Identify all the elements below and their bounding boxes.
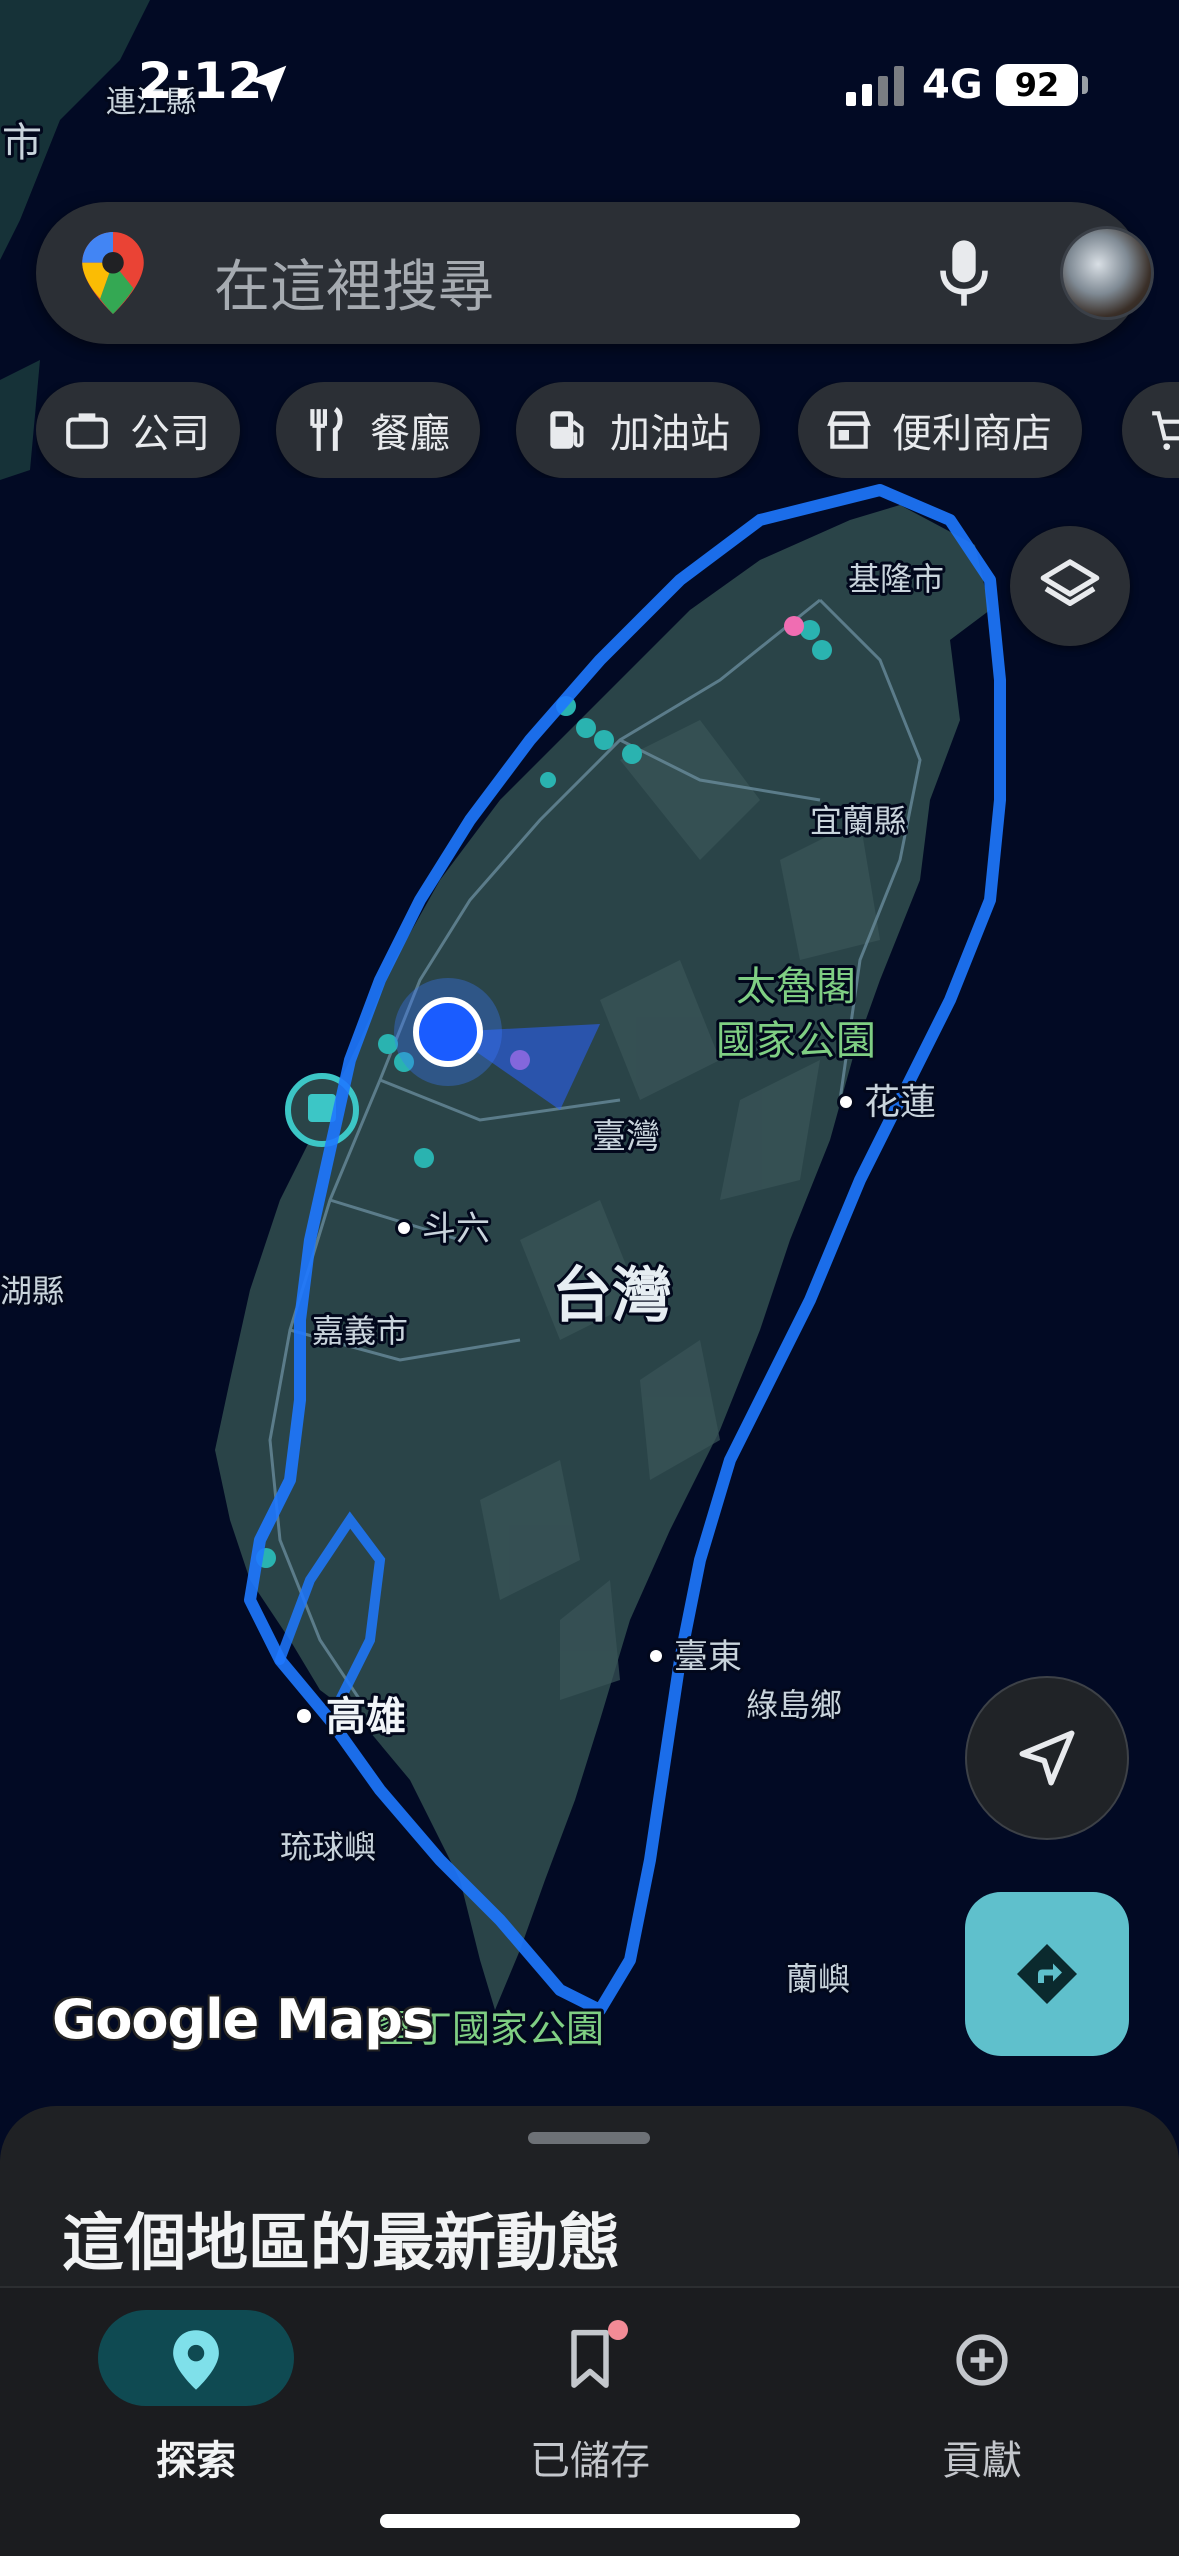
status-bar: 2:12 4G 92: [0, 0, 1179, 170]
latest-in-area-sheet[interactable]: 這個地區的最新動態: [0, 2106, 1179, 2286]
briefcase-icon: [66, 413, 108, 449]
label-orchid-island: 蘭嶼: [786, 1960, 850, 1998]
explore-pin-icon: [173, 2330, 219, 2390]
chip-more[interactable]: [1122, 382, 1179, 478]
sheet-drag-handle[interactable]: [528, 2132, 650, 2144]
chip-gas-station[interactable]: 加油站: [516, 382, 760, 478]
gas-station-icon: [550, 411, 584, 449]
label-douliu: 斗六: [422, 1209, 490, 1249]
directions-icon: [1017, 1944, 1077, 2004]
layers-icon: [1040, 559, 1100, 606]
nav-saved-label: 已儲存: [530, 2438, 650, 2484]
status-time: 2:12: [138, 52, 263, 110]
label-yilan: 宜蘭縣: [810, 802, 906, 840]
label-taroko-2: 國家公園: [716, 1018, 876, 1064]
search-input[interactable]: 在這裡搜尋: [214, 242, 494, 323]
nav-contribute-label: 貢獻: [942, 2438, 1022, 2484]
my-location-button[interactable]: [965, 1676, 1129, 1840]
network-type: 4G: [922, 62, 983, 108]
microphone-icon[interactable]: [936, 238, 992, 308]
current-location-dot[interactable]: [413, 997, 483, 1067]
store-icon: [827, 411, 871, 449]
account-avatar[interactable]: [1060, 226, 1154, 320]
label-taroko-1: 太魯閣: [736, 964, 856, 1010]
label-taitung: 臺東: [674, 1637, 742, 1677]
chip-restaurant[interactable]: 餐廳: [276, 382, 480, 478]
nav-explore[interactable]: 探索: [66, 2298, 326, 2498]
restaurant-icon: [310, 407, 343, 451]
label-liuqiu: 琉球嶼: [280, 1828, 376, 1866]
label-chiayi: 嘉義市: [312, 1312, 408, 1350]
search-bar[interactable]: 在這裡搜尋: [36, 202, 1154, 344]
map-layers-button[interactable]: [1010, 526, 1130, 646]
battery-level: 92: [996, 64, 1078, 106]
home-indicator[interactable]: [380, 2514, 800, 2528]
chip-restaurant-label: 餐廳: [370, 411, 450, 457]
location-arrow-icon: [249, 65, 287, 103]
label-taiwan-big: 台灣: [552, 1261, 672, 1331]
chip-office-label: 公司: [130, 411, 210, 457]
nav-explore-label: 探索: [156, 2438, 236, 2484]
chip-convenience-store-label: 便利商店: [892, 411, 1052, 457]
navigation-arrow-icon: [1019, 1730, 1075, 1786]
directions-button[interactable]: [965, 1892, 1129, 2056]
shopping-cart-icon: [1152, 411, 1179, 450]
add-circle-icon: [956, 2334, 1008, 2386]
battery-tip: [1082, 76, 1088, 94]
category-chips: 公司 餐廳 加油站 便利商店: [36, 382, 1179, 478]
label-hualien: 花蓮: [864, 1082, 936, 1123]
google-maps-pin-icon: [82, 232, 144, 314]
google-maps-logo: Google Maps: [52, 1988, 434, 2051]
chip-gas-station-label: 加油站: [610, 411, 730, 457]
chip-convenience-store[interactable]: 便利商店: [798, 382, 1082, 478]
chip-office[interactable]: 公司: [36, 382, 240, 478]
sheet-title: 這個地區的最新動態: [62, 2206, 621, 2279]
label-penghu-edge: 湖縣: [0, 1272, 64, 1310]
label-kaohsiung: 高雄: [326, 1694, 406, 1740]
label-taiwan-region: 臺灣: [592, 1117, 660, 1157]
saved-badge-dot: [608, 2320, 628, 2340]
nav-contribute[interactable]: 貢獻: [852, 2298, 1112, 2498]
cellular-signal-icon: [846, 66, 904, 106]
label-keelung: 基隆市: [848, 560, 944, 598]
nav-saved[interactable]: 已儲存: [460, 2298, 720, 2498]
label-green-island: 綠島鄉: [746, 1686, 842, 1724]
